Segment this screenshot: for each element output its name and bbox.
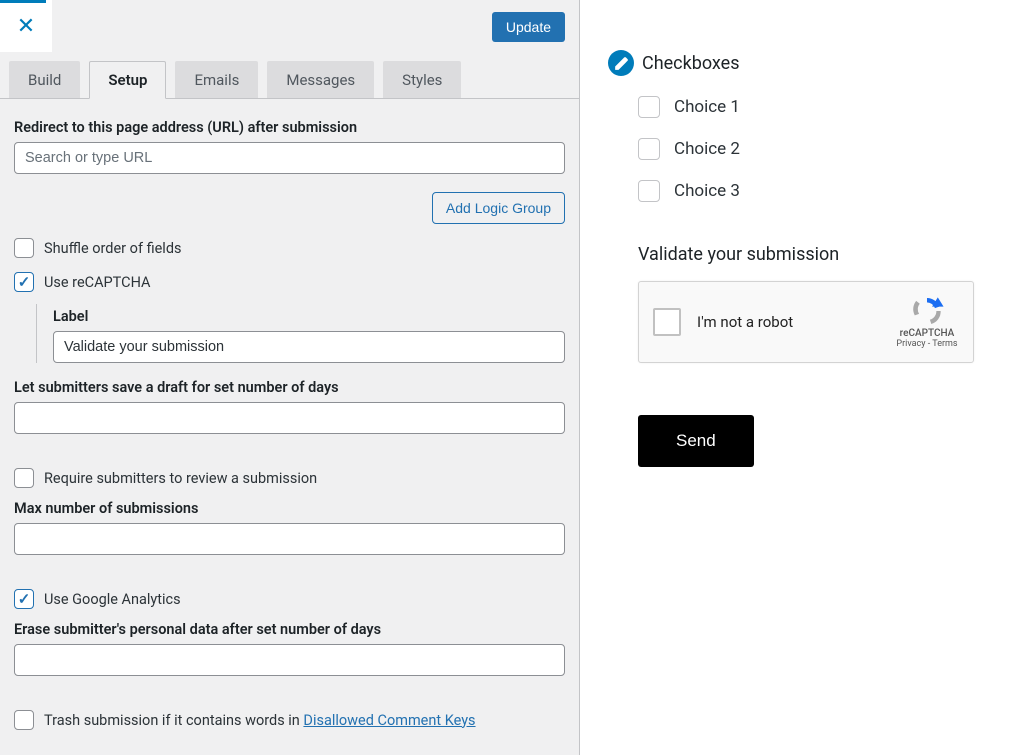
send-button[interactable]: Send [638, 415, 754, 467]
draft-days-input[interactable] [14, 402, 565, 434]
widget-title: Checkboxes [642, 53, 740, 74]
trash-disallowed-label: Trash submission if it contains words in… [44, 712, 476, 729]
choice-3-checkbox[interactable] [638, 180, 660, 202]
max-submissions-label: Max number of submissions [14, 500, 565, 517]
choice-row: Choice 1 [608, 90, 996, 124]
analytics-label: Use Google Analytics [44, 591, 181, 608]
redirect-label: Redirect to this page address (URL) afte… [14, 119, 565, 136]
recaptcha-brand: reCAPTCHA [891, 328, 963, 339]
recaptcha-icon [909, 295, 945, 327]
recaptcha-privacy-link[interactable]: Privacy [896, 339, 925, 349]
recaptcha-branding: reCAPTCHA Privacy - Terms [891, 295, 963, 349]
tab-setup[interactable]: Setup [89, 61, 166, 99]
recaptcha-subsettings: Label [36, 304, 565, 363]
tabs: Build Setup Emails Messages Styles [0, 52, 579, 99]
add-logic-group-button[interactable]: Add Logic Group [432, 192, 565, 224]
form-preview: Checkboxes Choice 1 Choice 2 Choice 3 Va… [580, 0, 1024, 755]
choice-2-label: Choice 2 [674, 139, 740, 159]
choice-row: Choice 2 [608, 132, 996, 166]
use-recaptcha-checkbox[interactable] [14, 272, 34, 292]
choice-1-label: Choice 1 [674, 97, 740, 117]
recaptcha-checkbox[interactable] [653, 308, 681, 336]
trash-disallowed-prefix: Trash submission if it contains words in [44, 712, 303, 729]
erase-days-input[interactable] [14, 644, 565, 676]
close-icon: ✕ [17, 14, 35, 39]
progress-stripe [0, 0, 46, 3]
settings-panel: ✕ Update Build Setup Emails Messages Sty… [0, 0, 580, 755]
shuffle-label: Shuffle order of fields [44, 240, 182, 257]
trash-disallowed-checkbox[interactable] [14, 710, 34, 730]
recaptcha-text: I'm not a robot [697, 313, 793, 331]
draft-days-label: Let submitters save a draft for set numb… [14, 379, 565, 396]
choice-row: Choice 3 [608, 174, 996, 208]
recaptcha-sublabel: Label [53, 308, 565, 325]
tab-styles[interactable]: Styles [383, 61, 461, 98]
tab-build[interactable]: Build [9, 61, 80, 98]
recaptcha-terms-link[interactable]: Terms [932, 339, 957, 349]
recaptcha-widget: I'm not a robot reCAPTCHA Privacy - Term… [638, 281, 974, 363]
widget-header: Checkboxes [608, 50, 996, 76]
shuffle-checkbox[interactable] [14, 238, 34, 258]
analytics-checkbox[interactable] [14, 589, 34, 609]
setup-scroll[interactable]: Redirect to this page address (URL) afte… [0, 99, 579, 755]
edit-icon[interactable] [608, 50, 634, 76]
tab-emails[interactable]: Emails [175, 61, 258, 98]
update-button[interactable]: Update [492, 12, 565, 42]
redirect-url-input[interactable] [14, 142, 565, 174]
disallowed-keys-link[interactable]: Disallowed Comment Keys [303, 712, 475, 729]
require-review-checkbox[interactable] [14, 468, 34, 488]
topbar: ✕ Update [0, 0, 579, 52]
erase-days-label: Erase submitter's personal data after se… [14, 621, 565, 638]
require-review-label: Require submitters to review a submissio… [44, 470, 317, 487]
use-recaptcha-label: Use reCAPTCHA [44, 274, 151, 291]
choice-1-checkbox[interactable] [638, 96, 660, 118]
choice-2-checkbox[interactable] [638, 138, 660, 160]
choice-3-label: Choice 3 [674, 181, 740, 201]
max-submissions-input[interactable] [14, 523, 565, 555]
recaptcha-label-input[interactable] [53, 331, 565, 363]
validate-label: Validate your submission [608, 244, 996, 265]
tab-messages[interactable]: Messages [267, 61, 374, 98]
close-button[interactable]: ✕ [0, 0, 52, 52]
